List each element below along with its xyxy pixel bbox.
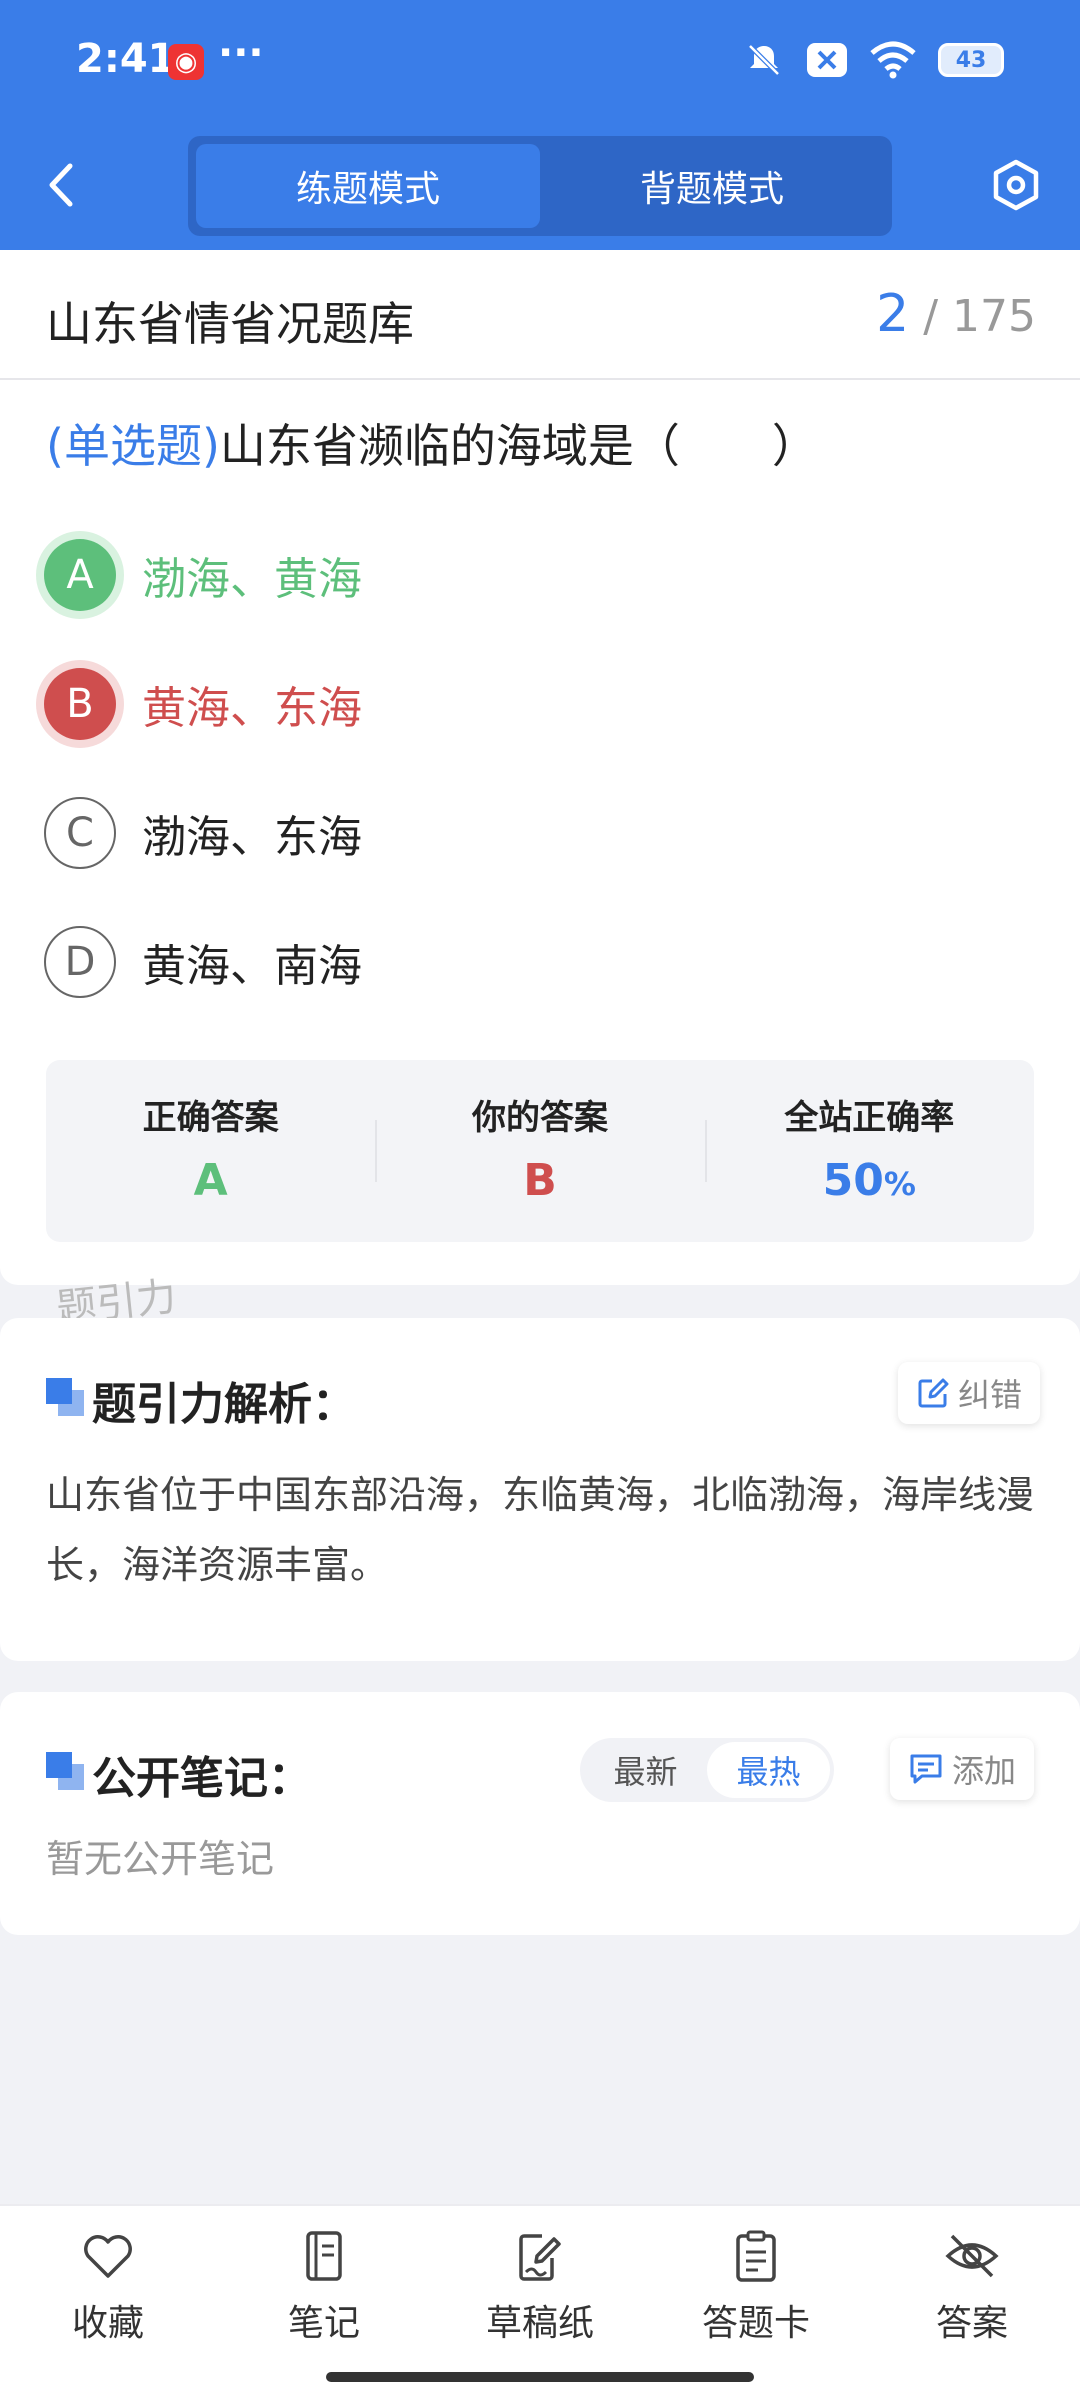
option-letter: C <box>44 797 116 869</box>
answer-result-box: 正确答案 A 你的答案 B 全站正确率 50% <box>46 1060 1034 1242</box>
site-accuracy-number: 50 <box>822 1155 884 1206</box>
notes-title: 公开笔记： <box>92 1753 312 1804</box>
sort-newest[interactable]: 最新 <box>584 1742 707 1798</box>
tab-practice-mode[interactable]: 练题模式 <box>196 144 540 228</box>
notes-card: 公开笔记： 最新 最热 添加 暂无公开笔记 <box>0 1692 1080 1935</box>
status-icons: 43 <box>744 40 1004 80</box>
heart-icon <box>84 2235 132 2278</box>
bank-title: 山东省情省况题库 <box>46 297 414 351</box>
nav-notes[interactable]: 笔记 <box>216 2206 432 2400</box>
status-bar: 2:41 ◉ ··· 43 <box>0 0 1080 125</box>
option-text: 渤海、黄海 <box>142 554 362 605</box>
draft-icon <box>519 2234 561 2281</box>
mute-bell-icon <box>748 44 780 76</box>
option-text: 黄海、南海 <box>142 941 362 992</box>
add-note-button[interactable]: 添加 <box>890 1738 1035 1800</box>
question-progress: 2 / 175 <box>876 284 1036 344</box>
status-time: 2:41 <box>76 36 176 82</box>
option-letter: D <box>44 926 116 998</box>
your-answer-value: B <box>523 1155 557 1206</box>
correct-answer-label: 正确答案 <box>142 1098 279 1138</box>
total-questions: / 175 <box>923 291 1036 342</box>
answer-card-icon <box>736 2230 776 2282</box>
nav-answer-card-label: 答题卡 <box>701 2303 810 2344</box>
battery-indicator: 43 <box>938 43 1004 77</box>
analysis-card: 题引力解析： 纠错 山东省位于中国东部沿海，东临黄海，北临渤海，海岸线漫长，海洋… <box>0 1318 1080 1661</box>
settings-icon[interactable] <box>990 158 1042 212</box>
question-card: 山东省情省况题库 2 / 175 (单选题)山东省濒临的海域是（ ） A 渤海、… <box>0 250 1080 1285</box>
bottom-toolbar: 收藏 笔记 草稿纸 答题卡 答案 <box>0 2204 1080 2400</box>
option-text: 渤海、东海 <box>142 812 362 863</box>
mode-switch: 练题模式 背题模式 <box>188 136 892 236</box>
back-icon[interactable] <box>42 160 82 210</box>
option-c[interactable]: C 渤海、东海 <box>44 795 362 871</box>
nav-draft-label: 草稿纸 <box>485 2303 594 2344</box>
question-text: 山东省濒临的海域是（ ） <box>219 419 818 473</box>
home-indicator[interactable] <box>326 2372 754 2382</box>
nav-answer-label: 答案 <box>935 2303 1008 2344</box>
report-error-button[interactable]: 纠错 <box>898 1362 1041 1424</box>
nav-answer[interactable]: 答案 <box>864 2206 1080 2400</box>
edit-icon <box>918 1378 949 1408</box>
app-notification-icon: ◉ <box>168 44 204 80</box>
nav-favorite[interactable]: 收藏 <box>0 2206 216 2400</box>
option-d[interactable]: D 黄海、南海 <box>44 924 362 1000</box>
analysis-title: 题引力解析： <box>92 1379 356 1430</box>
more-notifications-icon: ··· <box>218 30 264 76</box>
nav-draft[interactable]: 草稿纸 <box>432 2206 648 2400</box>
nav-answer-card[interactable]: 答题卡 <box>648 2206 864 2400</box>
option-letter: B <box>44 668 116 740</box>
bank-row: 山东省情省况题库 2 / 175 <box>0 250 1080 380</box>
section-icon <box>46 1378 84 1416</box>
comment-icon <box>910 1754 942 1784</box>
sort-hottest[interactable]: 最热 <box>707 1742 830 1798</box>
site-accuracy-col: 全站正确率 50% <box>704 1060 1034 1242</box>
analysis-text: 山东省位于中国东部沿海，东临黄海，北临渤海，海岸线漫长，海洋资源丰富。 <box>46 1473 1035 1587</box>
close-box-icon <box>807 43 847 77</box>
option-letter: A <box>44 539 116 611</box>
notebook-icon <box>306 2231 342 2281</box>
app-header: 2:41 ◉ ··· 43 练题模式 背题模式 <box>0 0 1080 250</box>
correct-answer-value: A <box>193 1155 228 1206</box>
eye-off-icon <box>945 2234 999 2278</box>
current-question-number: 2 <box>876 284 910 344</box>
correct-answer-col: 正确答案 A <box>46 1060 375 1242</box>
notes-sort-toggle: 最新 最热 <box>580 1738 834 1802</box>
question-type: (单选题) <box>46 419 220 473</box>
wifi-icon <box>870 41 916 79</box>
nav-favorite-label: 收藏 <box>71 2303 144 2344</box>
site-accuracy-value: 50% <box>705 1155 1034 1206</box>
nav-notes-label: 笔记 <box>287 2303 360 2344</box>
question-stem: (单选题)山东省濒临的海域是（ ） <box>46 410 818 476</box>
tab-recite-mode[interactable]: 背题模式 <box>540 144 884 228</box>
site-accuracy-label: 全站正确率 <box>784 1098 955 1138</box>
report-error-label: 纠错 <box>958 1376 1023 1414</box>
notes-empty-text: 暂无公开笔记 <box>46 1837 275 1881</box>
option-text: 黄海、东海 <box>142 683 362 734</box>
site-accuracy-unit: % <box>883 1165 916 1203</box>
your-answer-label: 你的答案 <box>471 1098 608 1138</box>
option-b[interactable]: B 黄海、东海 <box>44 666 362 742</box>
your-answer-col: 你的答案 B <box>375 1060 704 1242</box>
section-icon <box>46 1752 84 1790</box>
add-note-label: 添加 <box>952 1752 1017 1790</box>
option-a[interactable]: A 渤海、黄海 <box>44 537 362 613</box>
